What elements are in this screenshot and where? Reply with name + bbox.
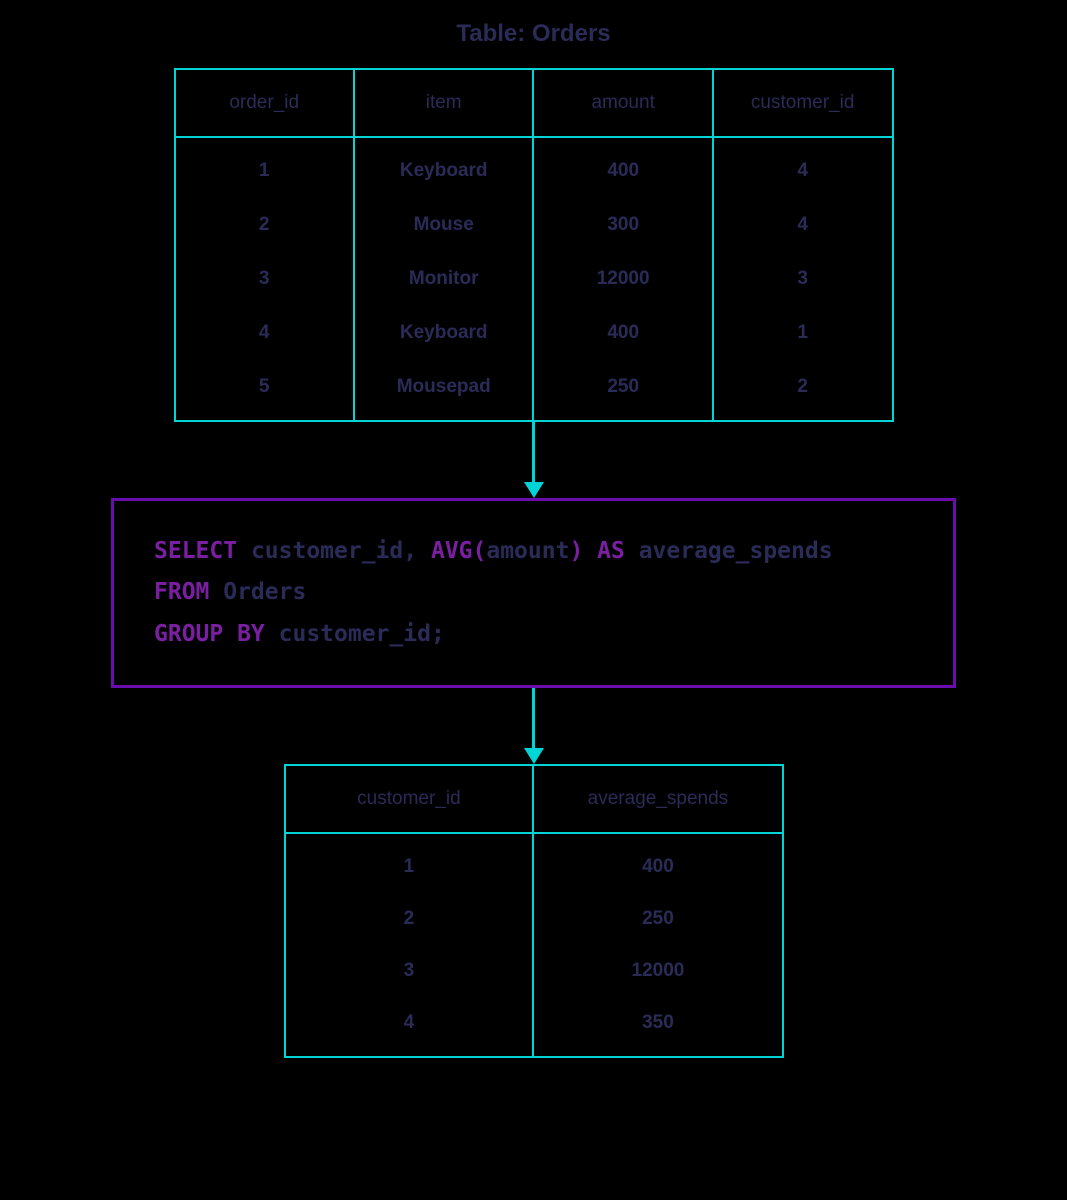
table-row: 1400 [285, 833, 783, 893]
result-cell: 1 [285, 833, 534, 893]
table-row: 1Keyboard4004 [175, 137, 893, 198]
result-cell: 350 [533, 997, 782, 1057]
table-title: Table: Orders [456, 20, 610, 48]
result-header-cell: customer_id [285, 765, 534, 833]
sql-text: customer_id, [237, 538, 431, 564]
orders-cell: 300 [533, 198, 712, 252]
orders-cell: 400 [533, 306, 712, 360]
orders-cell: 5 [175, 360, 354, 421]
orders-header-cell: customer_id [713, 69, 893, 137]
orders-header-cell: item [354, 69, 534, 137]
keyword-as: ) AS [569, 538, 624, 564]
keyword-avg: AVG( [431, 538, 486, 564]
orders-cell: 1 [175, 137, 354, 198]
orders-header-cell: order_id [175, 69, 354, 137]
orders-header-cell: amount [533, 69, 712, 137]
orders-cell: Mouse [354, 198, 534, 252]
orders-cell: 1 [713, 306, 893, 360]
result-header-cell: average_spends [533, 765, 782, 833]
sql-text: average_spends [625, 538, 833, 564]
orders-table: order_iditemamountcustomer_id 1Keyboard4… [174, 68, 894, 422]
orders-cell: Keyboard [354, 306, 534, 360]
table-row: 5Mousepad2502 [175, 360, 893, 421]
orders-cell: 400 [533, 137, 712, 198]
orders-cell: 250 [533, 360, 712, 421]
sql-line-1: SELECT customer_id, AVG(amount) AS avera… [154, 531, 913, 572]
sql-line-2: FROM Orders [154, 572, 913, 613]
result-cell: 400 [533, 833, 782, 893]
sql-text: amount [486, 538, 569, 564]
orders-cell: Mousepad [354, 360, 534, 421]
table-row: 2Mouse3004 [175, 198, 893, 252]
result-cell: 4 [285, 997, 534, 1057]
orders-cell: 3 [175, 252, 354, 306]
orders-cell: Keyboard [354, 137, 534, 198]
sql-query-box: SELECT customer_id, AVG(amount) AS avera… [111, 498, 956, 688]
result-cell: 250 [533, 893, 782, 945]
table-row: 3Monitor120003 [175, 252, 893, 306]
result-cell: 12000 [533, 945, 782, 997]
table-row: 2250 [285, 893, 783, 945]
orders-cell: 12000 [533, 252, 712, 306]
result-cell: 3 [285, 945, 534, 997]
orders-cell: 3 [713, 252, 893, 306]
orders-cell: 4 [175, 306, 354, 360]
sql-text: customer_id; [265, 621, 445, 647]
orders-cell: 2 [713, 360, 893, 421]
arrow-down-icon [524, 422, 544, 498]
orders-cell: 4 [713, 137, 893, 198]
arrow-down-icon [524, 688, 544, 764]
orders-cell: Monitor [354, 252, 534, 306]
table-row: 312000 [285, 945, 783, 997]
keyword-select: SELECT [154, 538, 237, 564]
orders-cell: 4 [713, 198, 893, 252]
keyword-groupby: GROUP BY [154, 621, 265, 647]
sql-text: Orders [209, 579, 306, 605]
result-cell: 2 [285, 893, 534, 945]
keyword-from: FROM [154, 579, 209, 605]
orders-cell: 2 [175, 198, 354, 252]
table-row: 4Keyboard4001 [175, 306, 893, 360]
sql-line-3: GROUP BY customer_id; [154, 614, 913, 655]
result-table: customer_idaverage_spends 14002250312000… [284, 764, 784, 1058]
table-row: 4350 [285, 997, 783, 1057]
